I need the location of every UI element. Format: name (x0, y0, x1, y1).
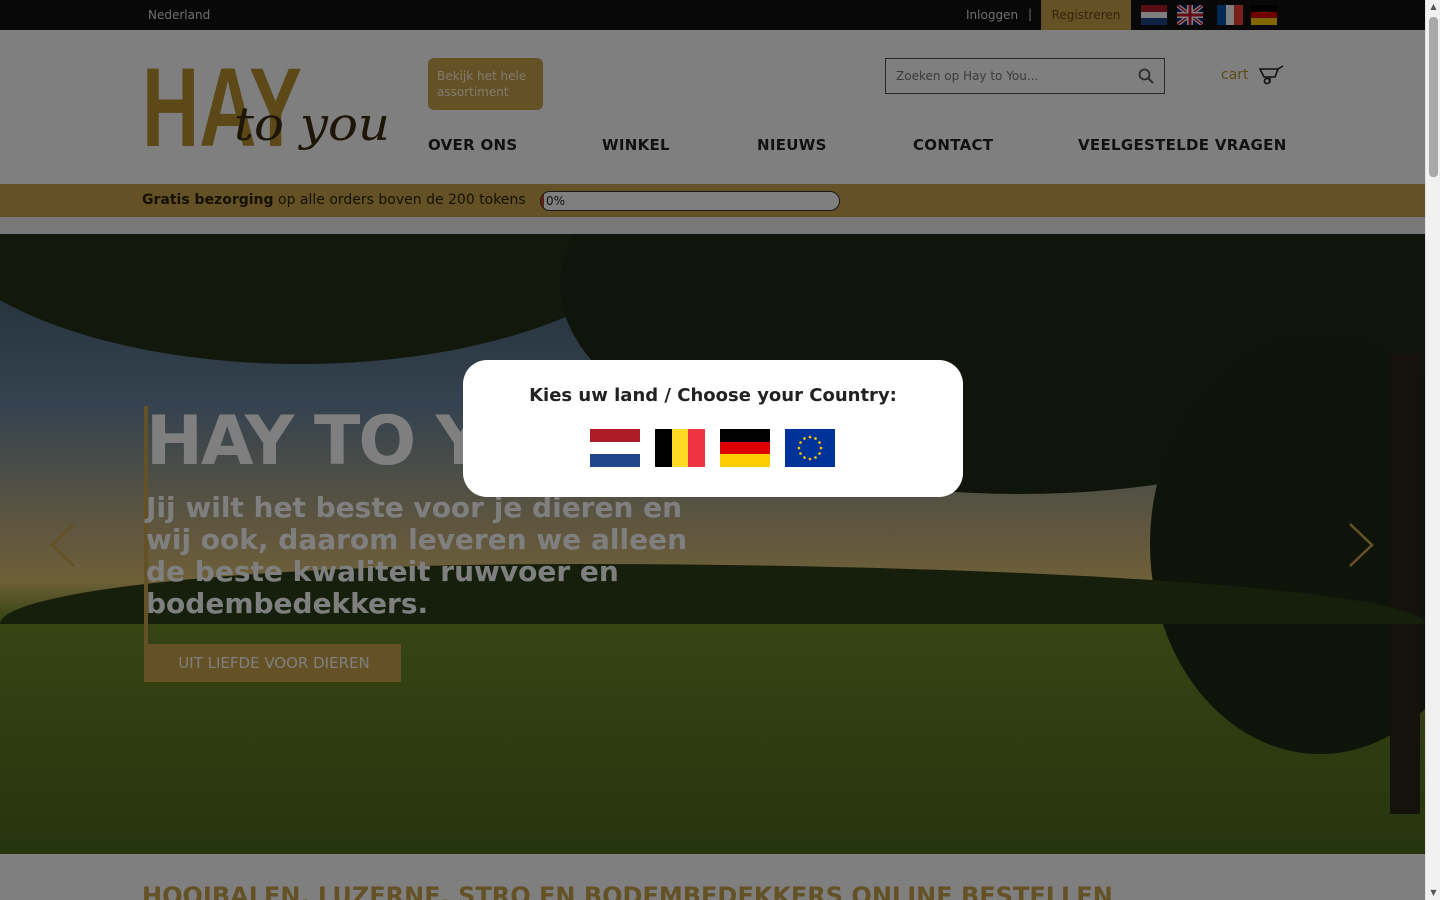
eu-star (797, 446, 801, 450)
eu-star (803, 437, 806, 440)
page-scrollbar[interactable]: ▲ ▼ (1425, 0, 1440, 900)
scrollbar-thumb[interactable] (1429, 17, 1438, 177)
eu-star (818, 441, 821, 444)
eu-star (819, 446, 823, 450)
flag-germany-icon[interactable] (720, 429, 770, 467)
flag-netherlands-icon[interactable] (590, 429, 640, 467)
eu-star (814, 437, 817, 440)
eu-star (799, 441, 802, 444)
eu-star (818, 452, 821, 455)
flag-belgium-icon[interactable] (655, 429, 705, 467)
scroll-up-arrow-icon[interactable]: ▲ (1426, 0, 1440, 14)
eu-star (808, 435, 812, 439)
country-select-modal: Kies uw land / Choose your Country: (463, 360, 963, 497)
eu-star (799, 452, 802, 455)
modal-title: Kies uw land / Choose your Country: (529, 385, 897, 406)
eu-star (814, 456, 817, 459)
eu-star (803, 456, 806, 459)
scroll-down-arrow-icon[interactable]: ▼ (1426, 886, 1440, 900)
flag-europe-icon[interactable] (785, 429, 835, 467)
eu-star (808, 457, 812, 461)
